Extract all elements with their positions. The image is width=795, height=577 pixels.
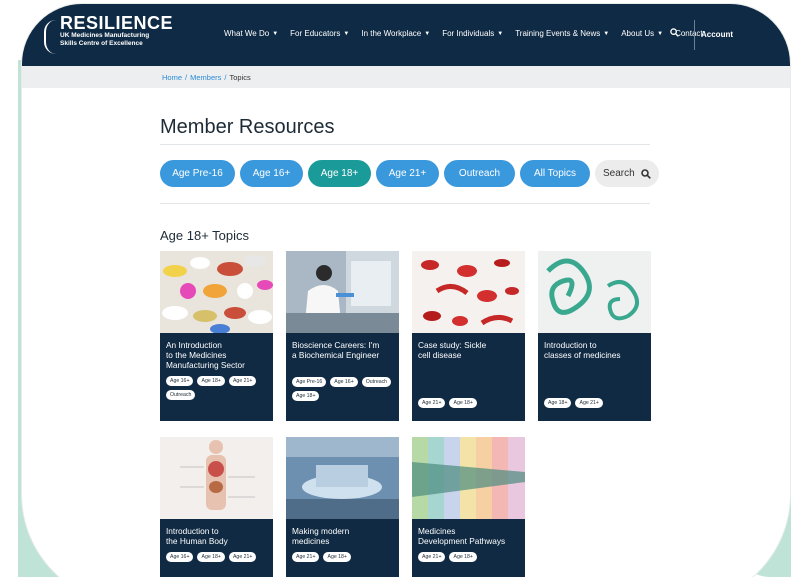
topic-title: Case study: Sickle cell disease bbox=[418, 340, 487, 360]
search-label: Search bbox=[603, 168, 635, 179]
logo-arc-icon bbox=[44, 20, 56, 54]
search-icon[interactable] bbox=[670, 28, 679, 39]
filter-age-pre-16[interactable]: Age Pre-16 bbox=[160, 160, 235, 187]
filter-age-16[interactable]: Age 16+ bbox=[240, 160, 303, 187]
nav-training-events-news[interactable]: Training Events & News ▼ bbox=[515, 29, 609, 38]
tag: Outreach bbox=[361, 377, 392, 387]
breadcrumb-separator: / bbox=[224, 73, 227, 82]
topic-image-human-body bbox=[160, 437, 273, 519]
topic-tags: Age 21+ Age 18+ bbox=[286, 546, 399, 562]
topic-image-factory bbox=[286, 437, 399, 519]
breadcrumb-bar: Home / Members / Topics bbox=[22, 66, 790, 88]
chevron-down-icon: ▼ bbox=[343, 30, 350, 37]
topic-tags: Age 21+ Age 18+ bbox=[412, 546, 525, 562]
tag: Age 21+ bbox=[418, 398, 446, 408]
top-navigation: RESILIENCE UK Medicines Manufacturing Sk… bbox=[22, 4, 790, 66]
topic-title: An Introduction to the Medicines Manufac… bbox=[166, 340, 245, 370]
filter-all-topics[interactable]: All Topics bbox=[520, 160, 590, 187]
nav-for-educators[interactable]: For Educators ▼ bbox=[290, 29, 349, 38]
nav-divider bbox=[694, 20, 695, 50]
filter-pills: Age Pre-16 Age 16+ Age 18+ Age 21+ Outre… bbox=[160, 160, 659, 187]
breadcrumb-separator: / bbox=[185, 73, 188, 82]
tag: Age 16+ bbox=[166, 552, 194, 562]
topic-card[interactable]: Introduction to classes of medicines Age… bbox=[538, 251, 651, 421]
brand-subtitle-1: UK Medicines Manufacturing bbox=[60, 32, 150, 39]
filter-outreach[interactable]: Outreach bbox=[444, 160, 515, 187]
tag: Age 21+ bbox=[575, 398, 603, 408]
nav-about-us[interactable]: About Us ▼ bbox=[621, 29, 663, 38]
topic-card[interactable]: Introduction to the Human Body Age 16+ A… bbox=[160, 437, 273, 577]
topic-card[interactable]: An Introduction to the Medicines Manufac… bbox=[160, 251, 273, 421]
chevron-down-icon: ▼ bbox=[424, 30, 431, 37]
account-link[interactable]: Account bbox=[701, 30, 733, 39]
search-icon bbox=[640, 168, 651, 179]
topic-image-molecules bbox=[538, 251, 651, 333]
section-title: Age 18+ Topics bbox=[160, 228, 250, 243]
chevron-down-icon: ▼ bbox=[603, 30, 610, 37]
nav-menu: What We Do ▼ For Educators ▼ In the Workpl… bbox=[224, 29, 703, 38]
tag: Age 18+ bbox=[197, 552, 225, 562]
topic-title: Making modern medicines bbox=[292, 526, 350, 546]
topic-image-lab bbox=[286, 251, 399, 333]
filter-age-21[interactable]: Age 21+ bbox=[376, 160, 439, 187]
brand-name: RESILIENCE bbox=[60, 13, 174, 33]
tag: Age Pre-16 bbox=[292, 377, 327, 387]
divider bbox=[160, 144, 650, 145]
chevron-down-icon: ▼ bbox=[657, 30, 664, 37]
tag: Age 16+ bbox=[330, 377, 358, 387]
breadcrumb-members[interactable]: Members bbox=[190, 73, 221, 82]
breadcrumb: Home / Members / Topics bbox=[162, 73, 251, 82]
nav-what-we-do[interactable]: What We Do ▼ bbox=[224, 29, 278, 38]
topic-card[interactable]: Making modern medicines Age 21+ Age 18+ bbox=[286, 437, 399, 577]
tag: Age 16+ bbox=[166, 376, 194, 386]
topic-card[interactable]: Case study: Sickle cell disease Age 21+ … bbox=[412, 251, 525, 421]
chevron-down-icon: ▼ bbox=[497, 30, 504, 37]
breadcrumb-home[interactable]: Home bbox=[162, 73, 182, 82]
topic-image-blood-cells bbox=[412, 251, 525, 333]
tag: Outreach bbox=[166, 390, 196, 400]
topic-card[interactable]: Medicines Development Pathways Age 21+ A… bbox=[412, 437, 525, 577]
topic-title: Introduction to the Human Body bbox=[166, 526, 228, 546]
topic-tags: Age 16+ Age 18+ Age 21+ Outreach bbox=[160, 370, 273, 400]
tag: Age 18+ bbox=[449, 398, 477, 408]
site-logo[interactable]: RESILIENCE UK Medicines Manufacturing Sk… bbox=[44, 14, 173, 54]
browser-frame: RESILIENCE UK Medicines Manufacturing Sk… bbox=[22, 4, 790, 577]
tag: Age 18+ bbox=[292, 391, 320, 401]
nav-contact[interactable]: Contact bbox=[675, 29, 703, 38]
tag: Age 18+ bbox=[197, 376, 225, 386]
page-title: Member Resources bbox=[160, 116, 335, 138]
filter-age-18[interactable]: Age 18+ bbox=[308, 160, 371, 187]
tag: Age 21+ bbox=[418, 552, 446, 562]
topic-tags: Age 21+ Age 18+ bbox=[412, 360, 525, 408]
topic-tags: Age Pre-16 Age 16+ Outreach Age 18+ bbox=[286, 360, 399, 401]
divider bbox=[160, 203, 650, 204]
topic-tags: Age 16+ Age 18+ Age 21+ bbox=[160, 546, 273, 562]
search-button[interactable]: Search bbox=[595, 160, 659, 187]
chevron-down-icon: ▼ bbox=[272, 30, 279, 37]
topic-title: Medicines Development Pathways bbox=[418, 526, 506, 546]
tag: Age 18+ bbox=[449, 552, 477, 562]
topic-image-pills bbox=[160, 251, 273, 333]
topic-tags: Age 18+ Age 21+ bbox=[538, 360, 651, 408]
tag: Age 21+ bbox=[228, 376, 257, 386]
tag: Age 21+ bbox=[228, 552, 257, 562]
tag: Age 18+ bbox=[544, 398, 572, 408]
topic-title: Introduction to classes of medicines bbox=[544, 340, 621, 360]
topic-image-pathways bbox=[412, 437, 525, 519]
nav-for-individuals[interactable]: For Individuals ▼ bbox=[442, 29, 503, 38]
topic-card[interactable]: Bioscience Careers: I'm a Biochemical En… bbox=[286, 251, 399, 421]
tag: Age 21+ bbox=[292, 552, 320, 562]
tag: Age 18+ bbox=[323, 552, 351, 562]
breadcrumb-current: Topics bbox=[229, 73, 251, 82]
brand-subtitle-2: Skills Centre of Excellence bbox=[60, 40, 143, 47]
nav-in-the-workplace[interactable]: In the Workplace ▼ bbox=[361, 29, 430, 38]
topic-title: Bioscience Careers: I'm a Biochemical En… bbox=[292, 340, 380, 360]
